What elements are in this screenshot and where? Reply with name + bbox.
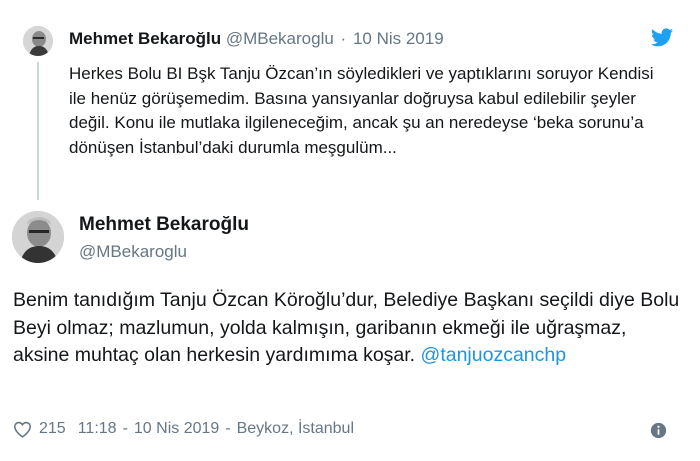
twitter-bird-icon[interactable] (651, 28, 673, 47)
like-count[interactable]: 215 (39, 420, 66, 438)
tweet-body: Benim tanıdığım Tanju Özcan Köroğlu’dur,… (13, 289, 680, 366)
tweet-date[interactable]: 10 Nis 2019 (134, 420, 219, 438)
quoted-tweet[interactable]: Mehmet Bekaroğlu @MBekaroglu · 10 Nis 20… (0, 0, 700, 200)
quoted-tweet-text: Herkes Bolu BI Bşk Tanju Özcan’ın söyled… (69, 64, 654, 157)
footer-separator: - (225, 420, 231, 437)
author-handle[interactable]: @MBekaroglu (79, 242, 187, 262)
quoted-author-name[interactable]: Mehmet Bekaroğlu (69, 29, 221, 48)
author-name[interactable]: Mehmet Bekaroğlu (79, 214, 249, 236)
quoted-author-handle[interactable]: @MBekaroglu (226, 29, 334, 48)
header-separator: · (340, 29, 347, 48)
tweet-footer: 215 11:18 - 10 Nis 2019 - Beykoz, İstanb… (13, 420, 354, 438)
mention-link[interactable]: @tanjuozcanchp (421, 344, 567, 366)
info-icon[interactable] (650, 422, 667, 439)
heart-icon[interactable] (13, 421, 32, 438)
thread-line (37, 62, 39, 200)
author-avatar[interactable] (12, 211, 64, 263)
footer-separator: - (122, 420, 128, 437)
tweet-location[interactable]: Beykoz, İstanbul (237, 420, 354, 438)
quoted-tweet-date[interactable]: 10 Nis 2019 (353, 29, 444, 48)
quoted-author-avatar[interactable] (23, 26, 53, 56)
tweet-time[interactable]: 11:18 (78, 420, 117, 438)
tweet-text: Benim tanıdığım Tanju Özcan Köroğlu’dur,… (13, 287, 688, 370)
